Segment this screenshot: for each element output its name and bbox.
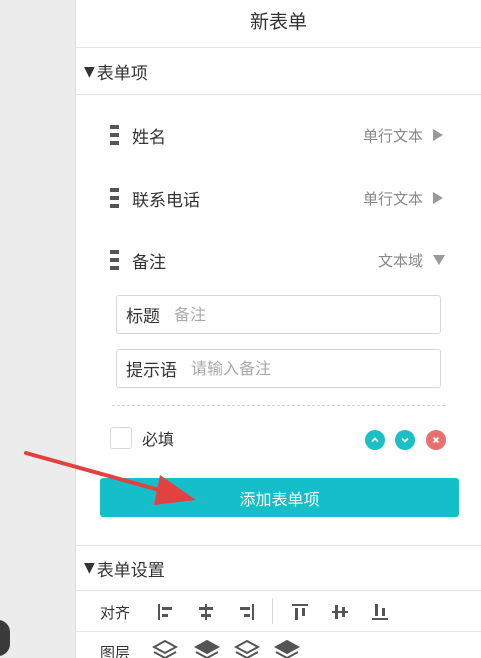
send-to-back-icon[interactable] (274, 639, 300, 658)
left-canvas-strip (0, 0, 76, 658)
required-checkbox[interactable] (110, 427, 132, 449)
hint-field-label: 提示语 (126, 361, 177, 381)
align-bottom-icon[interactable] (370, 602, 390, 622)
field-type: 单行文本 (362, 126, 423, 145)
drag-handle-icon[interactable] (110, 250, 119, 270)
triangle-down-icon: ▼ (84, 63, 95, 80)
form-editor-panel: 新表单 ▼ 表单项 姓名 单行文本 联系电话 单行文本 备注 文本域 标题 提示… (76, 0, 481, 658)
add-form-item-button[interactable]: 添加表单项 (100, 478, 459, 517)
align-middle-icon[interactable] (330, 602, 350, 622)
chevron-down-icon[interactable] (395, 430, 415, 450)
layer-toolbar: 图层 (76, 633, 481, 658)
drag-handle-icon[interactable] (110, 125, 119, 145)
send-backward-icon[interactable] (234, 639, 260, 658)
form-field-row[interactable]: 姓名 单行文本 (76, 115, 481, 155)
title-input[interactable] (174, 305, 354, 324)
hint-field[interactable]: 提示语 (116, 349, 441, 388)
drag-handle-icon[interactable] (110, 188, 119, 208)
form-settings-section-header[interactable]: ▼ 表单设置 (76, 545, 481, 591)
form-items-section-title: 表单项 (96, 64, 148, 84)
required-option[interactable]: 必填 (110, 424, 174, 452)
hint-input[interactable] (191, 359, 371, 378)
align-top-icon[interactable] (290, 602, 310, 622)
form-field-row[interactable]: 联系电话 单行文本 (76, 178, 481, 218)
triangle-down-icon[interactable] (433, 255, 445, 265)
align-center-icon[interactable] (196, 602, 216, 622)
align-toolbar: 对齐 (76, 592, 481, 632)
align-left-icon[interactable] (156, 602, 176, 622)
panel-title: 新表单 (76, 0, 481, 48)
close-icon[interactable] (426, 430, 446, 450)
divider (112, 405, 445, 406)
field-name: 备注 (132, 252, 166, 273)
chevron-up-icon[interactable] (365, 430, 385, 450)
form-settings-section-title: 表单设置 (96, 560, 165, 581)
field-type: 文本域 (377, 251, 423, 270)
toolbar-separator (272, 598, 273, 624)
field-name: 姓名 (132, 127, 166, 148)
layer-label: 图层 (100, 644, 131, 658)
field-type: 单行文本 (362, 189, 423, 208)
title-field[interactable]: 标题 (116, 295, 441, 334)
bring-forward-icon[interactable] (194, 639, 220, 658)
field-name: 联系电话 (132, 190, 200, 211)
form-field-row-expanded[interactable]: 备注 文本域 (76, 240, 481, 280)
form-items-section-header[interactable]: ▼ 表单项 (76, 49, 481, 95)
align-right-icon[interactable] (236, 602, 256, 622)
bring-to-front-icon[interactable] (152, 639, 178, 658)
triangle-down-icon: ▼ (84, 560, 95, 576)
triangle-right-icon[interactable] (433, 192, 443, 204)
align-label: 对齐 (100, 604, 131, 622)
triangle-right-icon[interactable] (433, 129, 443, 141)
title-field-label: 标题 (126, 307, 160, 327)
required-label: 必填 (142, 430, 175, 449)
